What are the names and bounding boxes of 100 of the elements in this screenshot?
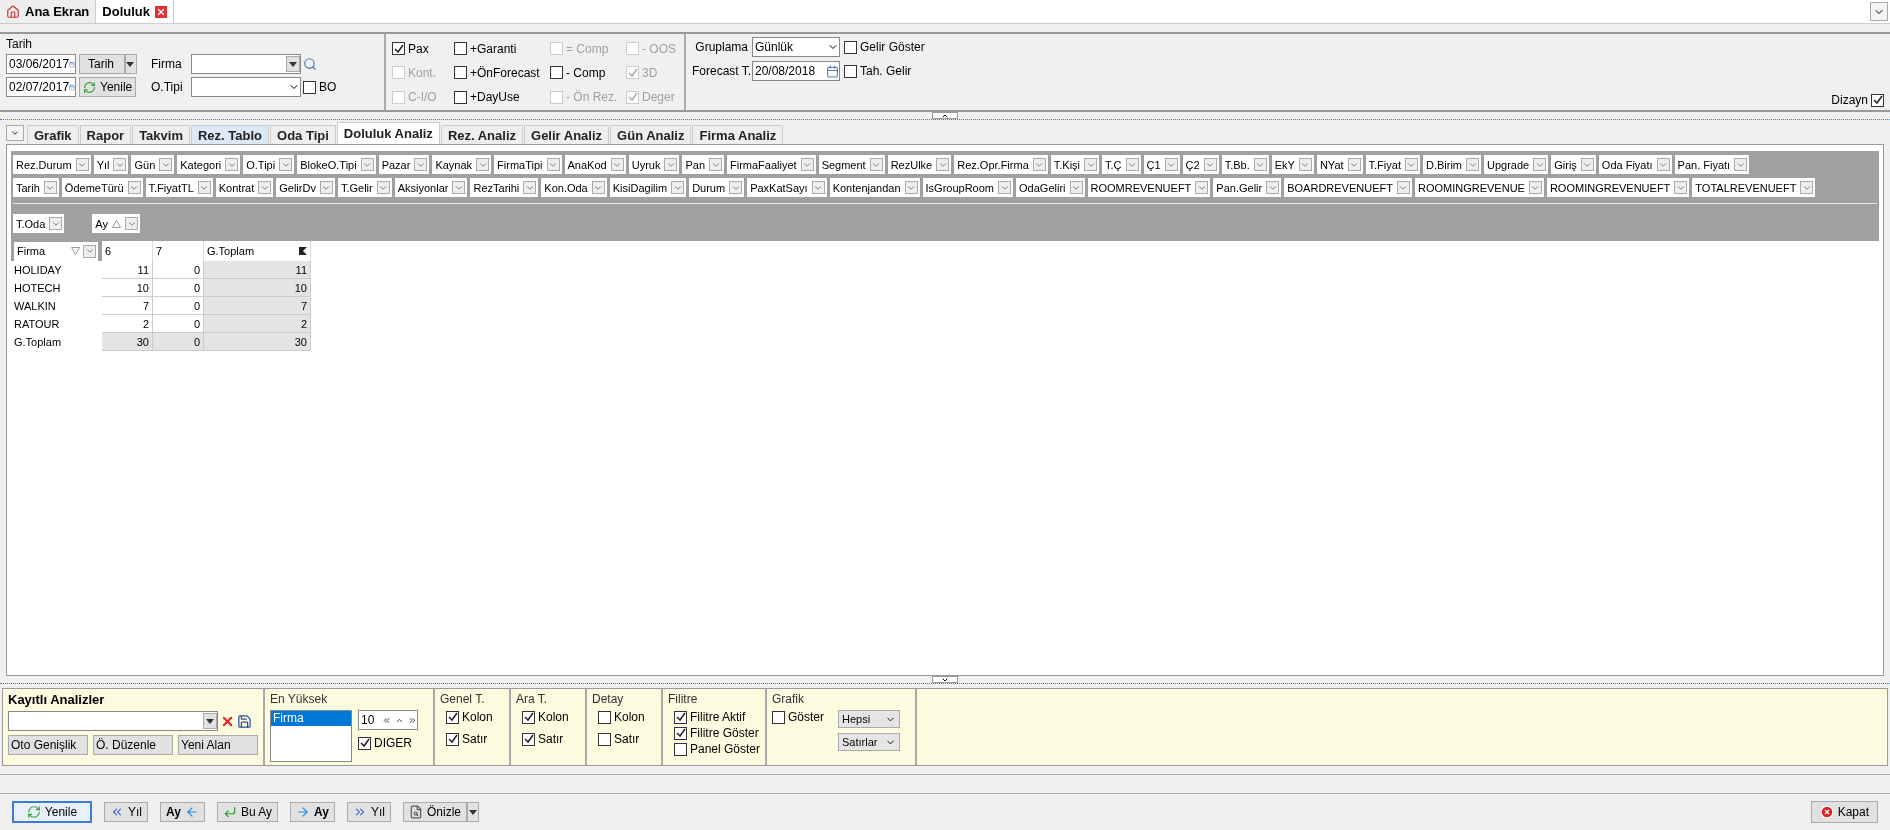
analysis-tab[interactable]: Rez. Analiz [440, 125, 524, 144]
field-chip[interactable]: ROOMREVENUEFT [1087, 178, 1211, 197]
sort-up-icon[interactable] [112, 219, 121, 228]
analysis-tab[interactable]: Grafik [27, 125, 79, 144]
sort-down-icon[interactable] [71, 247, 80, 255]
field-chip[interactable]: IsGroupRoom [922, 178, 1014, 197]
field-chip[interactable]: Pan. Fiyatı [1674, 155, 1750, 174]
calendar-icon[interactable] [826, 64, 839, 78]
row-field-chip[interactable]: Firma [14, 241, 98, 261]
field-chip[interactable]: AnaKod [564, 155, 626, 174]
field-chip[interactable]: Durum [689, 178, 745, 197]
field-chip[interactable]: OdaGeliri [1016, 178, 1085, 197]
field-chip[interactable]: Pan.Gelir [1213, 178, 1282, 197]
field-chip[interactable]: O.Tipi [243, 155, 295, 174]
toolbar-button[interactable]: Ay [160, 802, 205, 822]
field-chip[interactable]: NYat [1316, 155, 1363, 174]
field-chip[interactable]: FirmaFaaliyet [727, 155, 816, 174]
field-chip[interactable]: Segment [818, 155, 885, 174]
field-chip[interactable]: Upgrade [1484, 155, 1549, 174]
field-chip[interactable]: BOARDREVENUEFT [1284, 178, 1412, 197]
field-chip[interactable]: Ç2 [1182, 155, 1219, 174]
field-chip[interactable]: D.Birim [1422, 155, 1482, 174]
toolbar-button[interactable]: Yıl [346, 802, 391, 822]
checkbox[interactable] [522, 710, 535, 724]
toolbar-button[interactable]: Önizle [403, 802, 467, 822]
checkbox[interactable] [674, 710, 687, 724]
date-field[interactable]: 02/07/2017 [6, 77, 76, 97]
collapse-handle[interactable] [932, 676, 958, 683]
field-chip[interactable]: Kategori [177, 155, 241, 174]
field-chip[interactable]: T.Bb. [1221, 155, 1269, 174]
analysis-tab[interactable]: Gün Analiz [610, 125, 692, 144]
collapse-handle[interactable] [932, 112, 958, 119]
analysis-tab[interactable]: Oda Tipi [270, 125, 336, 144]
field-chip[interactable]: Ç1 [1143, 155, 1180, 174]
field-chip[interactable]: KisiDagilim [609, 178, 687, 197]
field-chip[interactable]: Pazar [378, 155, 430, 174]
analysis-tab[interactable]: Firma Analiz [692, 125, 784, 144]
checkbox[interactable] [522, 732, 535, 746]
column-field-chip[interactable]: Ay [92, 214, 140, 233]
refresh-button[interactable]: Yenile [79, 77, 137, 97]
field-chip[interactable]: Oda Fiyatı [1598, 155, 1672, 174]
date-field[interactable]: 03/06/2017 [6, 54, 76, 74]
field-chip[interactable]: BlokeO.Tipi [297, 155, 376, 174]
field-chip[interactable]: Aksiyonlar [394, 178, 468, 197]
column-header[interactable]: 7 [153, 241, 204, 261]
field-chip[interactable]: PaxKatSayı [747, 178, 827, 197]
field-list[interactable]: Firma [270, 710, 352, 762]
panel-button[interactable]: Ö. Düzenle [93, 735, 173, 755]
checkbox[interactable] [446, 732, 459, 746]
field-chip[interactable]: Kontrat [215, 178, 274, 197]
close-button[interactable]: Kapat [1810, 801, 1878, 823]
data-field-chip[interactable]: T.Oda [13, 214, 65, 233]
checkbox[interactable] [1871, 93, 1884, 107]
field-chip[interactable]: ROOMINGREVENUEFT [1546, 178, 1690, 197]
analysis-tab[interactable]: Rapor [79, 125, 132, 144]
field-chip[interactable]: Gün [131, 155, 175, 174]
number-spinner[interactable]: 10 [358, 710, 418, 730]
dropdown-button[interactable] [467, 802, 479, 822]
field-chip[interactable]: T.Fiyat [1365, 155, 1420, 174]
checkbox[interactable] [598, 732, 611, 746]
panel-button[interactable]: Yeni Alan [178, 735, 258, 755]
analysis-tab[interactable]: Gelir Analiz [524, 125, 610, 144]
checkbox[interactable] [358, 736, 371, 750]
field-chip[interactable]: RezTarihi [470, 178, 539, 197]
checkbox[interactable] [844, 64, 857, 78]
document-tab[interactable]: Ana Ekran [0, 0, 97, 23]
checkbox[interactable] [772, 710, 785, 724]
toolbar-button[interactable]: Yıl [104, 802, 148, 822]
field-chip[interactable]: Yıl [93, 155, 129, 174]
field-chip[interactable]: TOTALREVENUEFT [1692, 178, 1816, 197]
column-header[interactable]: G.Toplam [204, 241, 311, 261]
date-field[interactable]: 20/08/2018 [752, 61, 840, 81]
analysis-tab[interactable]: Doluluk Analiz [336, 122, 440, 144]
field-chip[interactable]: Rez.Durum [13, 155, 91, 174]
search-icon[interactable] [303, 57, 317, 71]
close-icon[interactable] [155, 5, 167, 18]
toolbar-button[interactable]: Yenile [12, 801, 92, 823]
checkbox[interactable] [392, 42, 405, 56]
date-mode-button[interactable]: Tarih [79, 54, 125, 74]
field-chip[interactable]: Uyruk [628, 155, 680, 174]
field-chip[interactable]: RezUlke [887, 155, 952, 174]
chart-dropdown[interactable]: Hepsi [838, 710, 900, 728]
checkbox[interactable] [303, 80, 316, 94]
save-icon[interactable] [237, 713, 252, 729]
field-chip[interactable]: Tarih [13, 178, 59, 197]
checkbox[interactable] [454, 66, 467, 80]
analysis-tab[interactable]: Rez. Tablo [191, 125, 270, 144]
grouping-dropdown[interactable]: Günlük [752, 37, 840, 57]
field-chip[interactable]: Kaynak [432, 155, 492, 174]
checkbox[interactable] [674, 742, 687, 756]
list-item[interactable]: Firma [271, 711, 351, 726]
field-chip[interactable]: T.Kişi [1050, 155, 1100, 174]
field-chip[interactable]: GelirDv [276, 178, 335, 197]
checkbox[interactable] [446, 710, 459, 724]
chart-dropdown[interactable]: Satırlar [838, 733, 900, 751]
checkbox[interactable] [550, 66, 563, 80]
tab-list-button[interactable] [1870, 2, 1888, 21]
dropdown-button[interactable] [125, 54, 137, 74]
field-chip[interactable]: T.Ç [1102, 155, 1141, 174]
analysis-tab[interactable]: Takvim [132, 125, 190, 144]
